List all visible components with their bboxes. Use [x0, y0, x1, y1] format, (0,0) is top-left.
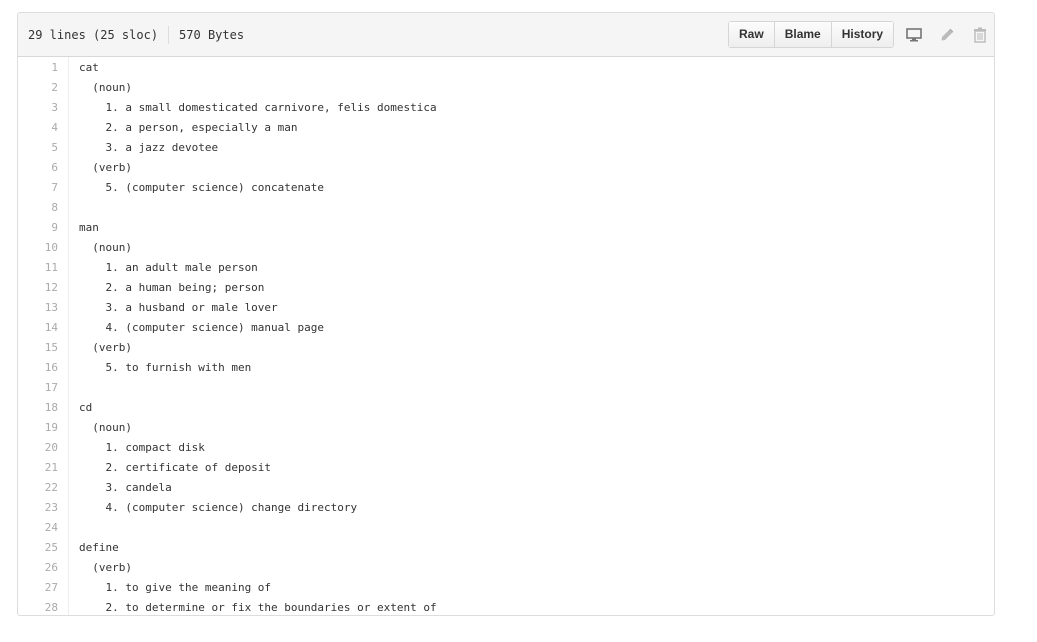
code-line: 3 1. a small domesticated carnivore, fel… — [18, 97, 994, 117]
line-number[interactable]: 25 — [18, 541, 58, 554]
code-line: 25 define — [18, 537, 994, 557]
line-number[interactable]: 3 — [18, 101, 58, 114]
code-line: 1 cat — [18, 57, 994, 77]
line-number[interactable]: 9 — [18, 221, 58, 234]
view-button-group: Raw Blame History — [728, 21, 895, 48]
code-line: 6 (verb) — [18, 157, 994, 177]
code-line: 17 — [18, 377, 994, 397]
line-text: cat — [79, 60, 99, 74]
trash-icon[interactable] — [967, 22, 993, 48]
line-number[interactable]: 10 — [18, 241, 58, 254]
history-button[interactable]: History — [830, 22, 894, 47]
file-info: 29 lines (25 sloc) 570 Bytes — [18, 25, 245, 44]
line-text: cd — [79, 400, 93, 414]
line-text: 1. an adult male person — [79, 260, 258, 274]
line-number[interactable]: 28 — [18, 601, 58, 614]
code-line: 26 (verb) — [18, 557, 994, 577]
line-text: (noun) — [79, 420, 132, 434]
line-number[interactable]: 6 — [18, 161, 58, 174]
line-number[interactable]: 7 — [18, 181, 58, 194]
line-number[interactable]: 14 — [18, 321, 58, 334]
line-text: 2. a person, especially a man — [79, 120, 298, 134]
line-text: 3. candela — [79, 480, 172, 494]
code-line: 12 2. a human being; person — [18, 277, 994, 297]
raw-button[interactable]: Raw — [729, 22, 774, 47]
line-number[interactable]: 11 — [18, 261, 58, 274]
code-line: 27 1. to give the meaning of — [18, 577, 994, 597]
lines-info: 29 lines (25 sloc) — [28, 27, 159, 42]
code-line: 18 cd — [18, 397, 994, 417]
code-line: 19 (noun) — [18, 417, 994, 437]
code-line: 22 3. candela — [18, 477, 994, 497]
line-number[interactable]: 12 — [18, 281, 58, 294]
line-number[interactable]: 15 — [18, 341, 58, 354]
line-text: 4. (computer science) change directory — [79, 500, 358, 514]
file-header: 29 lines (25 sloc) 570 Bytes Raw Blame H… — [18, 13, 994, 57]
line-number[interactable]: 20 — [18, 441, 58, 454]
line-number[interactable]: 19 — [18, 421, 58, 434]
line-text: 5. to furnish with men — [79, 360, 252, 374]
code-line: 9 man — [18, 217, 994, 237]
pencil-icon[interactable] — [934, 22, 960, 48]
line-number[interactable]: 23 — [18, 501, 58, 514]
code-line: 4 2. a person, especially a man — [18, 117, 994, 137]
code-line: 8 — [18, 197, 994, 217]
line-number[interactable]: 26 — [18, 561, 58, 574]
line-text: 1. a small domesticated carnivore, felis… — [79, 100, 437, 114]
code-line: 23 4. (computer science) change director… — [18, 497, 994, 517]
file-actions: Raw Blame History — [728, 21, 993, 48]
code-line: 28 2. to determine or fix the boundaries… — [18, 597, 994, 615]
line-number[interactable]: 18 — [18, 401, 58, 414]
divider — [168, 25, 170, 44]
code-line: 16 5. to furnish with men — [18, 357, 994, 377]
line-text: man — [79, 220, 99, 234]
code-line: 13 3. a husband or male lover — [18, 297, 994, 317]
code-line: 11 1. an adult male person — [18, 257, 994, 277]
line-number[interactable]: 5 — [18, 141, 58, 154]
code-lines: 1 cat 2 (noun) 3 1. a small domesticated ca… — [18, 57, 994, 615]
code-line: 10 (noun) — [18, 237, 994, 257]
line-text: (noun) — [79, 240, 132, 254]
line-text: 2. a human being; person — [79, 280, 265, 294]
code-line: 15 (verb) — [18, 337, 994, 357]
line-text: 3. a jazz devotee — [79, 140, 219, 154]
code-line: 7 5. (computer science) concatenate — [18, 177, 994, 197]
blame-button[interactable]: Blame — [773, 22, 831, 47]
line-number[interactable]: 27 — [18, 581, 58, 594]
line-text: 1. to give the meaning of — [79, 580, 272, 594]
line-number[interactable]: 17 — [18, 381, 58, 394]
code-line: 21 2. certificate of deposit — [18, 457, 994, 477]
desktop-icon[interactable] — [901, 22, 927, 48]
line-text: 2. certificate of deposit — [79, 460, 272, 474]
code-line: 14 4. (computer science) manual page — [18, 317, 994, 337]
size-info: 570 Bytes — [179, 27, 245, 42]
file-viewer: 29 lines (25 sloc) 570 Bytes Raw Blame H… — [17, 12, 995, 616]
line-text: (verb) — [79, 160, 132, 174]
line-text: (noun) — [79, 80, 132, 94]
line-number[interactable]: 1 — [18, 61, 58, 74]
line-number[interactable]: 22 — [18, 481, 58, 494]
line-text: 4. (computer science) manual page — [79, 320, 325, 334]
line-text: (verb) — [79, 340, 132, 354]
line-number[interactable]: 2 — [18, 81, 58, 94]
code-line: 20 1. compact disk — [18, 437, 994, 457]
line-number[interactable]: 21 — [18, 461, 58, 474]
line-number[interactable]: 13 — [18, 301, 58, 314]
line-text: 1. compact disk — [79, 440, 205, 454]
line-text: (verb) — [79, 560, 132, 574]
line-text: 2. to determine or fix the boundaries or… — [79, 600, 437, 614]
line-text: 3. a husband or male lover — [79, 300, 278, 314]
line-number[interactable]: 4 — [18, 121, 58, 134]
line-number[interactable]: 16 — [18, 361, 58, 374]
line-text: 5. (computer science) concatenate — [79, 180, 325, 194]
code-view: 1 cat 2 (noun) 3 1. a small domesticated ca… — [18, 57, 994, 615]
line-number[interactable]: 24 — [18, 521, 58, 534]
code-line: 5 3. a jazz devotee — [18, 137, 994, 157]
line-number[interactable]: 8 — [18, 201, 58, 214]
code-line: 2 (noun) — [18, 77, 994, 97]
gutter-divider — [68, 57, 69, 615]
code-line: 24 — [18, 517, 994, 537]
